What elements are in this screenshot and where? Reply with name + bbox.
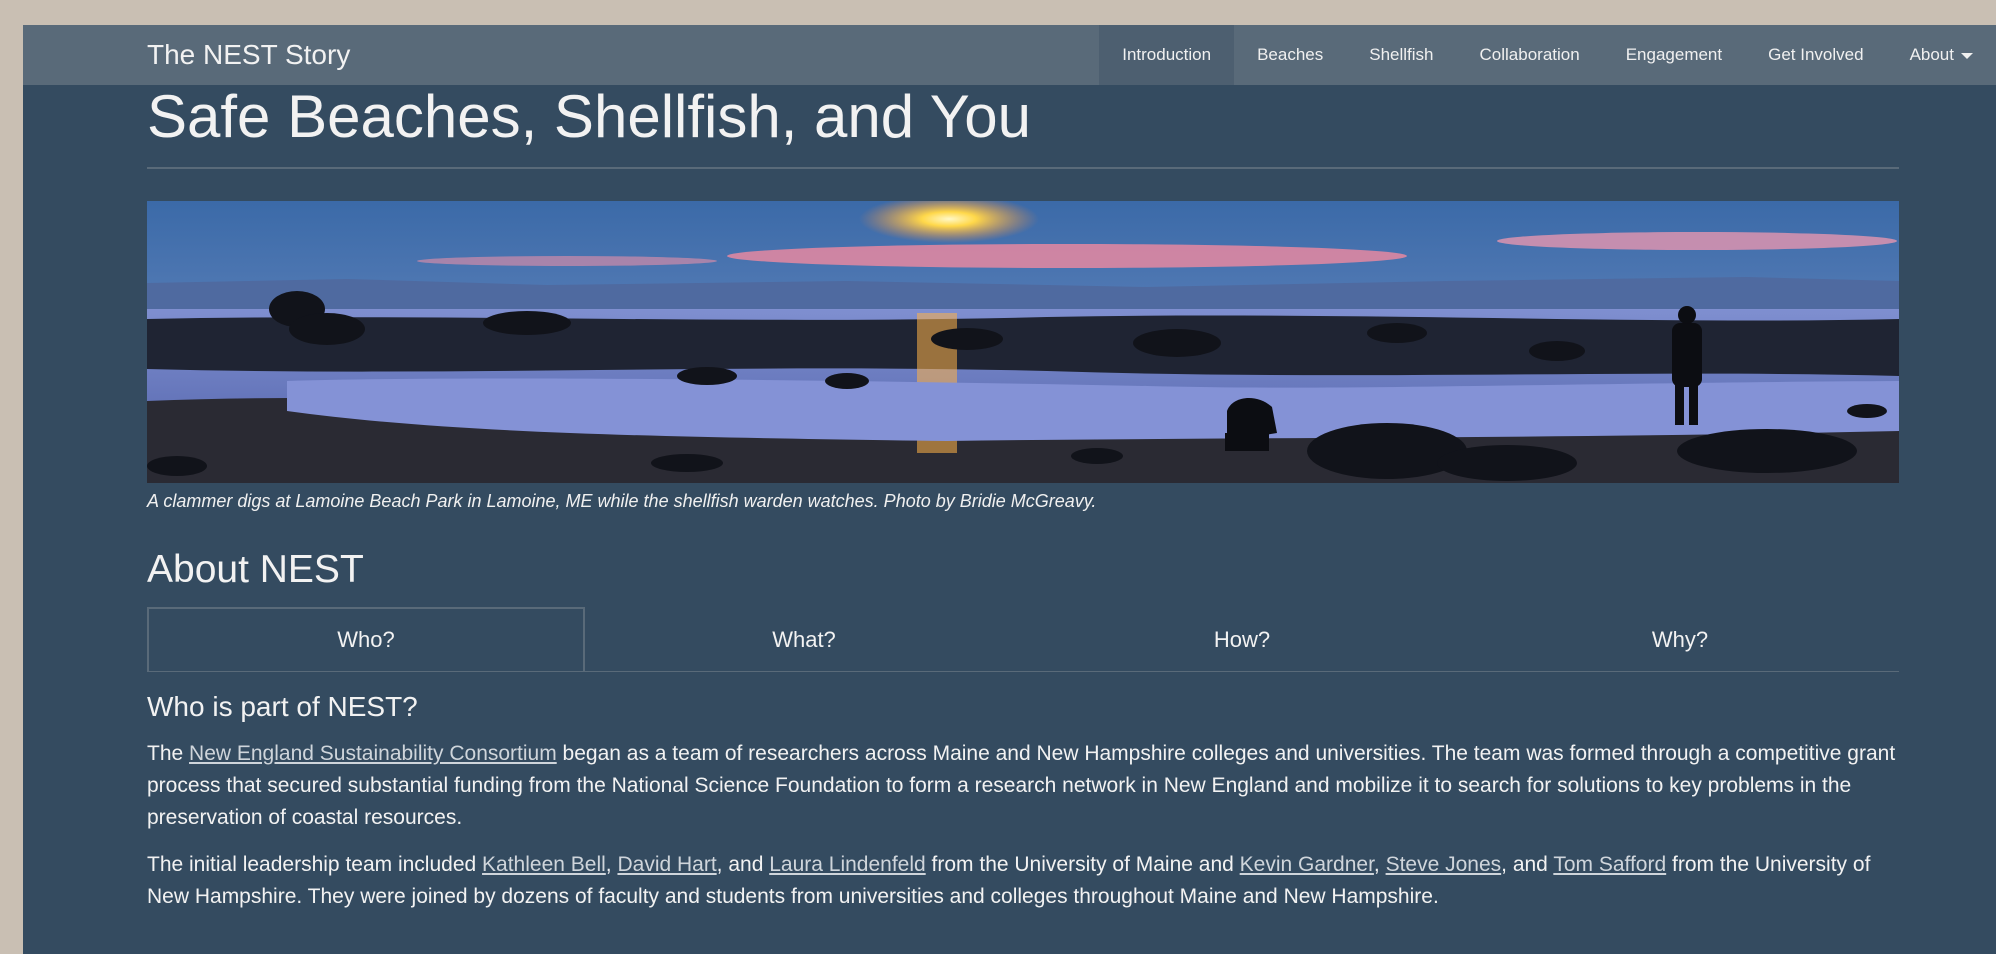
paragraph-text: , xyxy=(605,853,618,876)
paragraph-text: from the University of Maine and xyxy=(925,853,1240,876)
link-laura-lindenfeld[interactable]: Laura Lindenfeld xyxy=(769,853,925,876)
tab-how[interactable]: How? xyxy=(1023,607,1461,671)
nav-item-shellfish[interactable]: Shellfish xyxy=(1346,25,1456,85)
about-tabs: Who? What? How? Why? xyxy=(147,607,1899,672)
tab-heading: Who is part of NEST? xyxy=(147,691,418,722)
beach-sunset-photo xyxy=(147,201,1899,483)
page-title: Safe Beaches, Shellfish, and You xyxy=(147,83,1032,150)
page: The NEST Story Introduction Beaches Shel… xyxy=(23,25,1996,954)
navbar: The NEST Story Introduction Beaches Shel… xyxy=(23,25,1996,85)
nav-item-collaboration[interactable]: Collaboration xyxy=(1457,25,1603,85)
tab-who[interactable]: Who? xyxy=(147,607,585,671)
paragraph-text: The xyxy=(147,742,190,765)
about-title: About NEST xyxy=(147,548,364,591)
link-steve-jones[interactable]: Steve Jones xyxy=(1386,853,1502,876)
link-david-hart[interactable]: David Hart xyxy=(617,853,716,876)
brand-link[interactable]: The NEST Story xyxy=(147,39,350,71)
link-tom-safford[interactable]: Tom Safford xyxy=(1553,853,1666,876)
tab-what[interactable]: What? xyxy=(585,607,1023,671)
paragraph-leadership: The initial leadership team included Kat… xyxy=(147,849,1899,913)
link-kathleen-bell[interactable]: Kathleen Bell xyxy=(482,853,606,876)
link-nest-consortium[interactable]: New England Sustainability Consortium xyxy=(189,742,557,765)
caret-down-icon xyxy=(1961,52,1973,59)
tab-why[interactable]: Why? xyxy=(1461,607,1899,671)
nav-item-get-involved[interactable]: Get Involved xyxy=(1745,25,1886,85)
title-divider xyxy=(147,167,1899,169)
nav-menu: Introduction Beaches Shellfish Collabora… xyxy=(1099,25,1996,85)
paragraph-text: , and xyxy=(716,853,770,876)
paragraph-text: , and xyxy=(1501,853,1554,876)
nav-item-engagement[interactable]: Engagement xyxy=(1603,25,1745,85)
hero-caption: A clammer digs at Lamoine Beach Park in … xyxy=(147,491,1097,511)
nav-item-beaches[interactable]: Beaches xyxy=(1234,25,1346,85)
nav-item-introduction[interactable]: Introduction xyxy=(1099,25,1235,85)
paragraph-text: , xyxy=(1373,853,1386,876)
link-kevin-gardner[interactable]: Kevin Gardner xyxy=(1240,853,1374,876)
nav-item-about[interactable]: About xyxy=(1887,25,1996,85)
paragraph-consortium: The New England Sustainability Consortiu… xyxy=(147,738,1899,834)
main-content: Safe Beaches, Shellfish, and You A clamm… xyxy=(147,85,1899,913)
nav-item-about-label: About xyxy=(1909,45,1954,64)
paragraph-text: The initial leadership team included xyxy=(147,853,483,876)
hero-image xyxy=(147,201,1899,483)
